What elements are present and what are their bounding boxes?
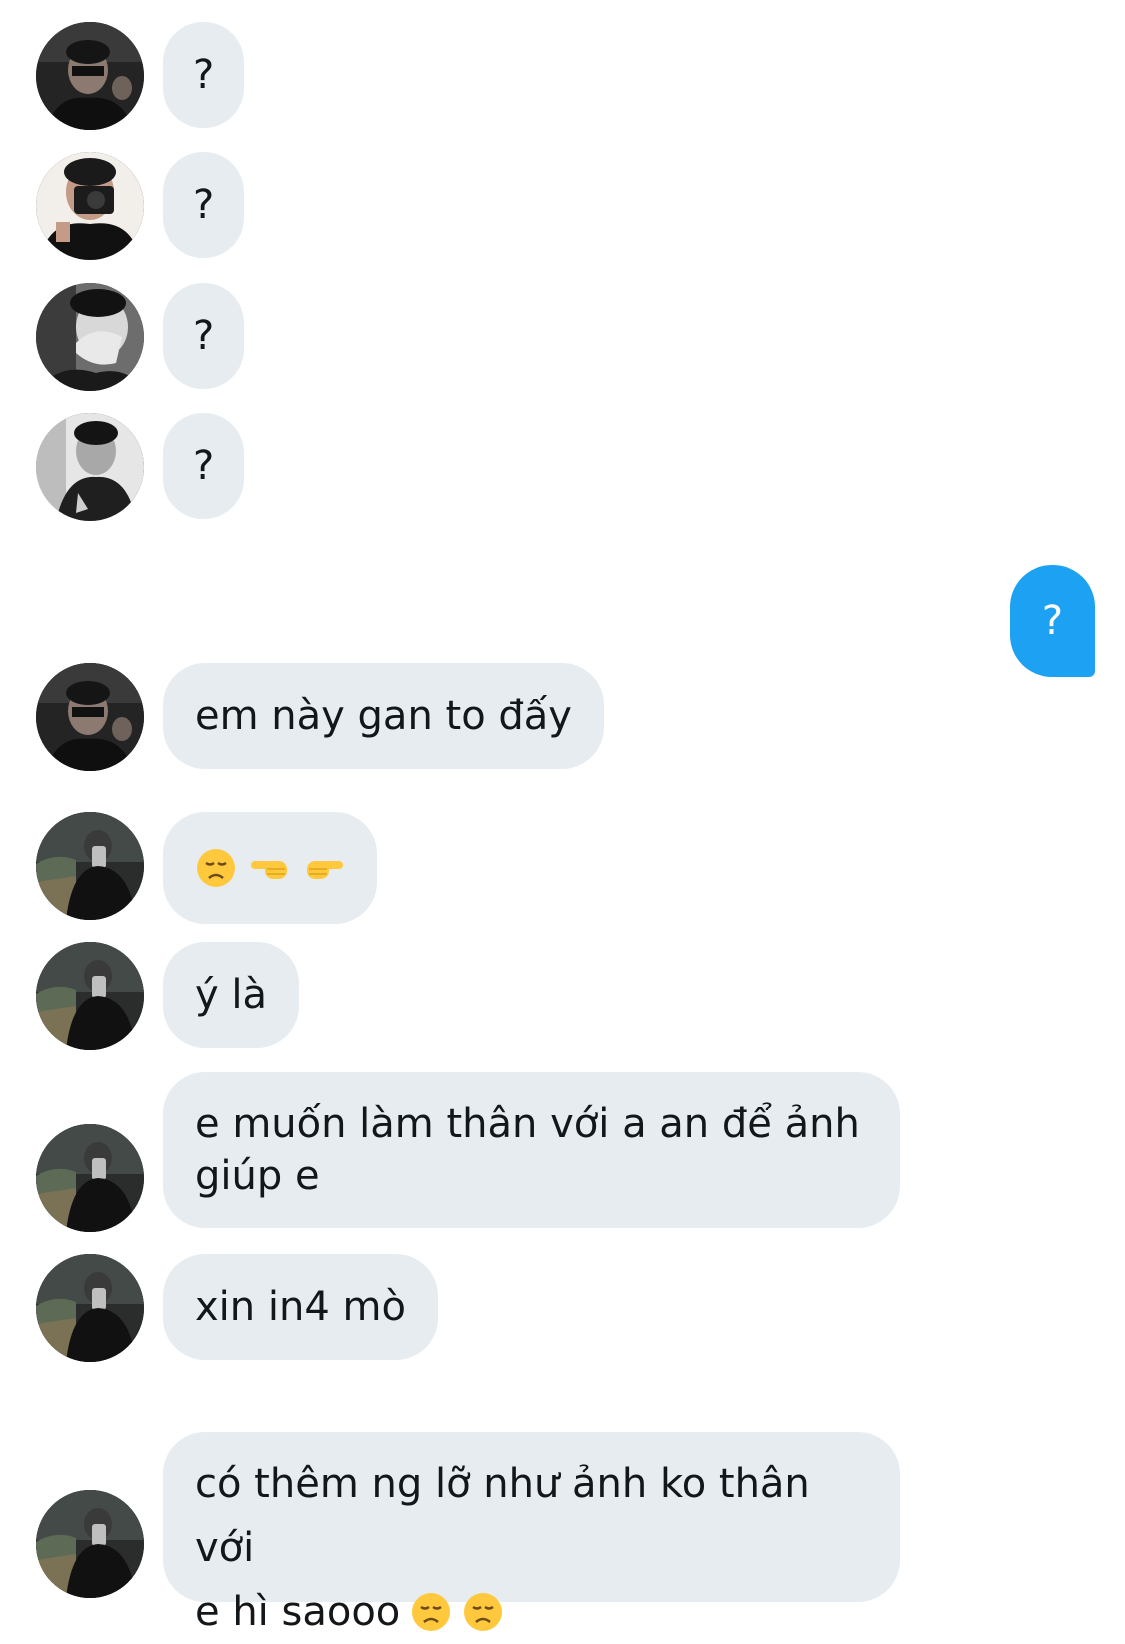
- message-bubble: e muốn làm thân với a an để ảnh giúp e: [163, 1072, 900, 1228]
- avatar-photo: [36, 663, 144, 771]
- message-text: xin in4 mò: [195, 1284, 406, 1330]
- message-bubble: xin in4 mò: [163, 1254, 438, 1360]
- avatar-photo: [36, 1124, 144, 1232]
- avatar-photo: [36, 22, 144, 130]
- avatar-photo: [36, 812, 144, 920]
- avatar-photo: [36, 1254, 144, 1362]
- message-text-line-with-emojis: e hì saooo: [195, 1580, 504, 1644]
- message-text: ?: [193, 182, 215, 228]
- avatar-photo: [36, 942, 144, 1050]
- avatar-photo: [36, 152, 144, 260]
- avatar-photo: [36, 283, 144, 391]
- message-text: em này gan to đấy: [195, 693, 572, 739]
- avatar[interactable]: [36, 812, 144, 920]
- avatar-photo: [36, 413, 144, 521]
- outgoing-message-bubble: ?: [1010, 565, 1095, 677]
- avatar-photo: [36, 1490, 144, 1598]
- message-text-line: e hì saooo: [195, 1589, 401, 1635]
- message-bubble: [163, 812, 377, 924]
- emoji-row: [195, 847, 345, 889]
- avatar[interactable]: [36, 152, 144, 260]
- backhand-index-pointing-right-emoji: [303, 847, 345, 889]
- message-bubble: ý là: [163, 942, 300, 1048]
- avatar[interactable]: [36, 1254, 144, 1362]
- message-bubble: ?: [163, 413, 245, 519]
- message-text-line: e muốn làm thân với a an để ảnh: [195, 1101, 860, 1147]
- avatar[interactable]: [36, 663, 144, 771]
- message-bubble: có thêm ng lỡ như ảnh ko thân với e hì s…: [163, 1432, 900, 1635]
- message-text: ?: [193, 52, 215, 98]
- avatar[interactable]: [36, 413, 144, 521]
- message-text: ý là: [195, 972, 268, 1018]
- backhand-index-pointing-left-emoji: [249, 847, 291, 889]
- message-bubble: ?: [163, 283, 245, 389]
- message-text-line: giúp e: [195, 1153, 320, 1199]
- disappointed-face-emoji: [195, 847, 237, 889]
- message-bubble: ?: [163, 22, 245, 128]
- avatar[interactable]: [36, 283, 144, 391]
- message-bubble: ?: [163, 152, 245, 258]
- avatar[interactable]: [36, 1124, 144, 1232]
- message-text: ?: [1041, 598, 1064, 644]
- message-text: ?: [193, 313, 215, 359]
- avatar[interactable]: [36, 1490, 144, 1598]
- avatar[interactable]: [36, 22, 144, 130]
- message-text: ?: [193, 443, 215, 489]
- disappointed-face-emoji: [410, 1591, 452, 1633]
- message-bubble: em này gan to đấy: [163, 663, 604, 769]
- avatar[interactable]: [36, 942, 144, 1050]
- disappointed-face-emoji: [462, 1591, 504, 1633]
- message-text-line: có thêm ng lỡ như ảnh ko thân với: [195, 1461, 810, 1571]
